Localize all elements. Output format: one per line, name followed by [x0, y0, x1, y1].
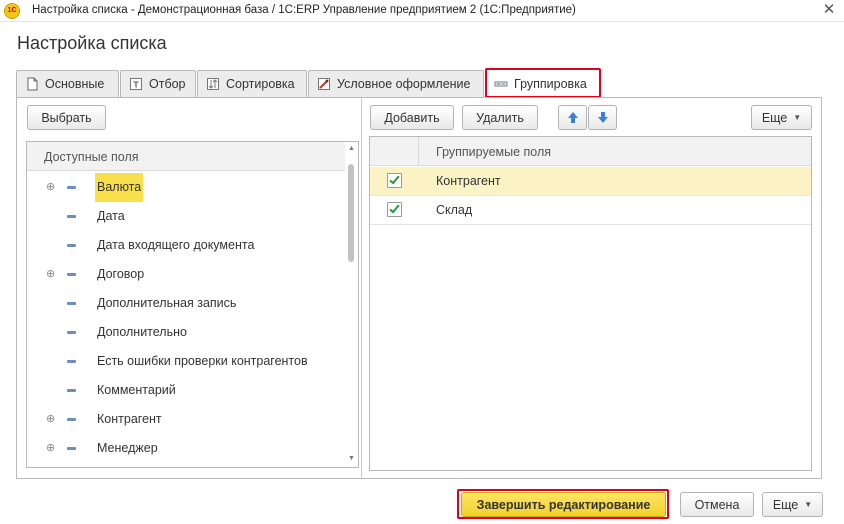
tree-header: Доступные поля	[27, 142, 347, 171]
grid-row-warehouse[interactable]: Склад	[370, 196, 811, 225]
tree-item-label: Есть ошибки проверки контрагентов	[97, 354, 308, 368]
tab-label: Основные	[45, 77, 105, 91]
tree-item-counterparty[interactable]: ⊕ Контрагент	[27, 405, 347, 434]
tree-item-contract[interactable]: ⊕ Договор	[27, 260, 347, 289]
footer-more-button[interactable]: Еще ▼	[762, 492, 823, 517]
arrow-down-icon	[597, 112, 608, 123]
grid-header-label: Группируемые поля	[436, 145, 552, 159]
delete-button[interactable]: Удалить	[462, 105, 538, 130]
sort-icon	[206, 77, 220, 91]
tree-header-label: Доступные поля	[44, 150, 139, 164]
move-down-button[interactable]	[588, 105, 617, 130]
more-button[interactable]: Еще ▼	[751, 105, 812, 130]
chevron-down-icon: ▼	[804, 500, 813, 509]
cancel-button[interactable]: Отмена	[680, 492, 754, 517]
more-button-label: Еще	[761, 110, 788, 125]
tree-item-comment[interactable]: Комментарий	[27, 376, 347, 405]
tree-item-label: Дата	[97, 209, 125, 223]
tree-item-label: Дополнительная запись	[97, 296, 237, 310]
available-fields-tree[interactable]: Доступные поля ⊕ Валюта Дата Дата входящ…	[26, 141, 359, 468]
checkmark-icon	[389, 173, 400, 185]
page-title: Настройка списка	[17, 33, 167, 53]
field-icon	[67, 389, 76, 392]
field-icon	[67, 273, 76, 276]
app-logo-icon: 1С	[4, 3, 20, 19]
tree-item-label: Менеджер	[97, 441, 158, 455]
tree-scrollbar[interactable]: ▲ ▼	[345, 142, 358, 467]
panel-splitter[interactable]	[361, 98, 362, 478]
tab-label: Отбор	[149, 77, 186, 91]
select-button[interactable]: Выбрать	[27, 105, 106, 130]
window-titlebar: 1С Настройка списка - Демонстрационная б…	[0, 0, 844, 22]
tree-item-incoming-doc-date[interactable]: Дата входящего документа	[27, 231, 347, 260]
expand-icon[interactable]: ⊕	[46, 181, 55, 193]
row-checkbox[interactable]	[387, 202, 402, 217]
grid-row-counterparty[interactable]: Контрагент	[370, 167, 811, 196]
column-divider	[418, 137, 419, 166]
finish-editing-button[interactable]: Завершить редактирование	[461, 492, 666, 517]
arrow-up-icon	[567, 112, 578, 123]
chevron-down-icon: ▼	[793, 113, 802, 122]
field-icon	[67, 447, 76, 450]
filter-icon	[129, 77, 143, 91]
field-icon	[67, 302, 76, 305]
field-icon	[67, 331, 76, 334]
scroll-thumb[interactable]	[348, 164, 354, 262]
tree-item-label: Договор	[97, 267, 145, 281]
close-icon[interactable]: ✕	[820, 1, 838, 19]
tree-item-date[interactable]: Дата	[27, 202, 347, 231]
tree-item-label: Валюта	[95, 173, 144, 202]
grid-row-label: Склад	[436, 203, 473, 217]
add-button[interactable]: Добавить	[370, 105, 454, 130]
tab-label: Сортировка	[226, 77, 295, 91]
field-icon	[67, 360, 76, 363]
tab-grouping[interactable]: Группировка	[485, 68, 601, 98]
tree-item-label: Комментарий	[97, 383, 176, 397]
expand-icon[interactable]: ⊕	[46, 442, 55, 454]
expand-icon[interactable]: ⊕	[46, 413, 55, 425]
tree-item-currency[interactable]: ⊕ Валюта	[27, 173, 347, 202]
tree-item-label: Дата входящего документа	[97, 238, 255, 252]
tab-main[interactable]: Основные	[16, 70, 119, 97]
scroll-down-icon[interactable]: ▼	[348, 455, 355, 462]
move-up-button[interactable]	[558, 105, 587, 130]
tab-sort[interactable]: Сортировка	[197, 70, 307, 97]
tab-filter[interactable]: Отбор	[120, 70, 196, 97]
tree-item-manager[interactable]: ⊕ Менеджер	[27, 434, 347, 463]
grid-row-label: Контрагент	[436, 174, 501, 188]
tree-item-additional-record[interactable]: Дополнительная запись	[27, 289, 347, 318]
tab-label: Группировка	[514, 76, 587, 91]
expand-icon[interactable]: ⊕	[46, 268, 55, 280]
footer-more-label: Еще	[772, 497, 799, 512]
tree-item-check-errors[interactable]: Есть ошибки проверки контрагентов	[27, 347, 347, 376]
field-icon	[67, 244, 76, 247]
row-checkbox[interactable]	[387, 173, 402, 188]
window-title: Настройка списка - Демонстрационная база…	[32, 4, 576, 16]
field-icon	[67, 186, 76, 189]
grouped-fields-grid[interactable]: Группируемые поля Контрагент Склад	[369, 136, 812, 471]
tree-item-label: Контрагент	[97, 412, 162, 426]
document-icon	[25, 77, 39, 91]
tab-label: Условное оформление	[337, 77, 471, 91]
grid-header: Группируемые поля	[370, 137, 811, 166]
tree-item-label: Дополнительно	[97, 325, 187, 339]
conditional-format-icon	[317, 77, 331, 91]
scroll-up-icon[interactable]: ▲	[348, 145, 355, 152]
grouping-icon	[494, 77, 508, 91]
tree-item-additional[interactable]: Дополнительно	[27, 318, 347, 347]
field-icon	[67, 215, 76, 218]
checkmark-icon	[389, 202, 400, 214]
tab-conditional-format[interactable]: Условное оформление	[308, 70, 484, 97]
field-icon	[67, 418, 76, 421]
